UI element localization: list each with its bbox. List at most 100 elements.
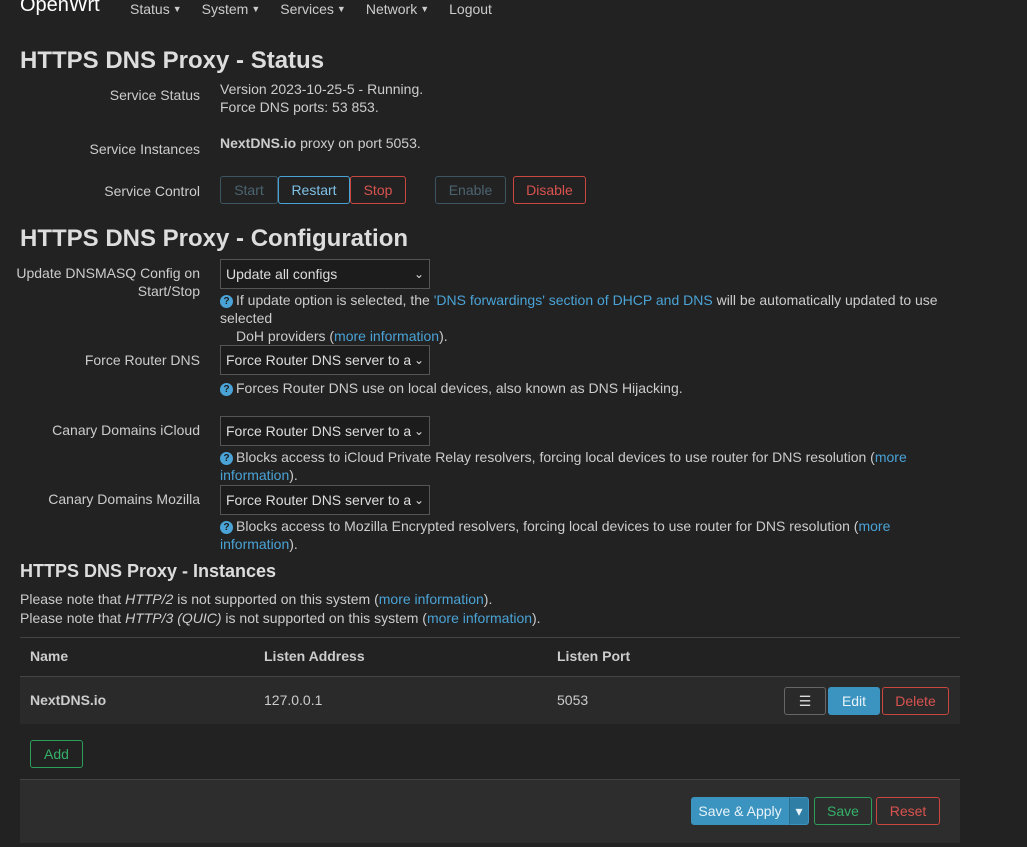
chevron-down-icon: ⌄ — [413, 353, 424, 367]
chevron-down-icon: ⌄ — [413, 493, 424, 507]
top-navbar: OpenWrt Status ▼ System ▼ Services ▼ Networ… — [0, 0, 1027, 18]
icloud-select[interactable]: Force Router DNS server to all local dev… — [220, 416, 430, 446]
help-icon: ? — [220, 295, 233, 308]
dnsmasq-more-info-link[interactable]: more information — [334, 328, 439, 344]
http3-note-em: HTTP/3 (QUIC) — [125, 610, 222, 626]
main-menu: Status ▼ System ▼ Services ▼ Network ▼ Logou… — [130, 1, 512, 17]
menu-logout[interactable]: Logout — [449, 1, 492, 17]
stop-button[interactable]: Stop — [350, 176, 406, 204]
mozilla-label: Canary Domains Mozilla — [48, 491, 200, 507]
brand-logo[interactable]: OpenWrt — [20, 0, 100, 17]
icloud-hint-text: Blocks access to iCloud Private Relay re… — [236, 449, 875, 465]
menu-status[interactable]: Status ▼ — [130, 1, 182, 17]
http2-note-text: Please note that — [20, 591, 126, 607]
instances-title: HTTPS DNS Proxy - Instances — [20, 561, 277, 581]
column-name: Name — [30, 648, 69, 664]
http2-more-info-link[interactable]: more information — [379, 591, 484, 607]
http3-note-text: Please note that — [20, 610, 126, 626]
instance-port-text: proxy on port 5053. — [296, 135, 421, 151]
mozilla-select-value: Force Router DNS server to all local dev… — [226, 492, 411, 508]
column-listen-port: Listen Port — [557, 648, 631, 664]
table-header: Name Listen Address Listen Port — [20, 637, 960, 677]
menu-system-label: System — [201, 1, 249, 17]
form-actions-bar: Save & Apply ▾ Save Reset — [20, 779, 960, 843]
restart-button[interactable]: Restart — [278, 176, 350, 204]
service-status-ports: Force DNS ports: 53 853. — [220, 99, 379, 115]
instances-table: Name Listen Address Listen Port NextDNS.… — [20, 637, 960, 724]
menu-system[interactable]: System ▼ — [202, 1, 261, 17]
dnsmasq-select-value: Update all configs — [226, 266, 338, 282]
http2-note: Please note that HTTP/2 is not supported… — [20, 590, 492, 608]
service-instances-value: NextDNS.io proxy on port 5053. — [220, 134, 421, 152]
chevron-down-icon: ▼ — [420, 4, 430, 14]
status-title: HTTPS DNS Proxy - Status — [20, 47, 325, 74]
row-menu-button[interactable]: ☰ — [784, 687, 826, 715]
http2-note-em: HTTP/2 — [125, 591, 174, 607]
mozilla-hint-text-2: ). — [289, 536, 298, 552]
menu-services-label: Services — [280, 1, 334, 17]
reset-button[interactable]: Reset — [876, 797, 940, 825]
chevron-down-icon: ▼ — [251, 4, 261, 14]
service-instances-label: Service Instances — [89, 141, 201, 157]
chevron-down-icon: ▼ — [172, 4, 182, 14]
menu-services[interactable]: Services ▼ — [280, 1, 346, 17]
icloud-hint-text-2: ). — [289, 467, 298, 483]
force-dns-select-value: Force Router DNS server to all local dev… — [226, 352, 411, 368]
http3-note-text-2: is not supported on this system ( — [221, 610, 427, 626]
enable-button[interactable]: Enable — [435, 176, 506, 204]
dnsmasq-select[interactable]: Update all configs ⌄ — [220, 259, 430, 289]
column-listen-address: Listen Address — [264, 648, 365, 664]
row-listen-port: 5053 — [557, 692, 589, 708]
save-button[interactable]: Save — [814, 797, 872, 825]
instance-name: NextDNS.io — [220, 135, 297, 151]
http3-more-info-link[interactable]: more information — [427, 610, 532, 626]
dns-forwardings-link[interactable]: 'DNS forwardings' section of DHCP and DN… — [434, 292, 713, 308]
force-dns-select[interactable]: Force Router DNS server to all local dev… — [220, 345, 430, 375]
chevron-down-icon: ⌄ — [413, 424, 424, 438]
help-icon: ? — [220, 452, 233, 465]
service-status-label: Service Status — [109, 87, 200, 103]
http3-note: Please note that HTTP/3 (QUIC) is not su… — [20, 609, 541, 627]
chevron-down-icon: ▼ — [336, 4, 346, 14]
save-apply-button[interactable]: Save & Apply — [691, 797, 789, 825]
dnsmasq-hint-text-3: DoH providers ( — [236, 328, 335, 344]
configuration-title: HTTPS DNS Proxy - Configuration — [20, 225, 409, 252]
edit-button[interactable]: Edit — [828, 687, 880, 715]
dnsmasq-hint-cont: DoH providers (more information). — [236, 327, 950, 345]
icloud-label: Canary Domains iCloud — [52, 422, 200, 438]
dnsmasq-hint: ? If update option is selected, the 'DNS … — [220, 291, 950, 345]
dnsmasq-hint-text: If update option is selected, the — [236, 292, 434, 308]
service-control-label: Service Control — [104, 183, 200, 199]
dnsmasq-label: Update DNSMASQ Config on Start/Stop — [16, 264, 200, 300]
force-dns-hint: ? Forces Router DNS use on local devices,… — [220, 379, 950, 397]
mozilla-hint-text: Blocks access to Mozilla Encrypted resol… — [236, 518, 859, 534]
menu-network[interactable]: Network ▼ — [366, 1, 429, 17]
disable-button[interactable]: Disable — [513, 176, 586, 204]
mozilla-select[interactable]: Force Router DNS server to all local dev… — [220, 485, 430, 515]
mozilla-hint: ? Blocks access to Mozilla Encrypted reso… — [220, 517, 950, 553]
menu-network-label: Network — [365, 1, 418, 17]
http2-note-text-3: ). — [483, 591, 493, 607]
row-listen-address: 127.0.0.1 — [264, 692, 323, 708]
force-dns-hint-text: Forces Router DNS use on local devices, … — [236, 380, 683, 396]
table-row: NextDNS.io 127.0.0.1 5053 ☰ Edit Delete — [20, 677, 960, 724]
dnsmasq-hint-text-4: ). — [439, 328, 448, 344]
dnsmasq-label-line1: Update DNSMASQ Config on — [16, 265, 200, 281]
http3-note-text-3: ). — [532, 610, 541, 626]
icloud-hint: ? Blocks access to iCloud Private Relay r… — [220, 448, 950, 484]
dnsmasq-label-line2: Start/Stop — [137, 283, 200, 299]
delete-button[interactable]: Delete — [882, 687, 949, 715]
help-icon: ? — [220, 521, 233, 534]
service-status-version: Version 2023-10-25-5 - Running. — [220, 81, 424, 97]
help-icon: ? — [220, 383, 233, 396]
save-apply-dropdown-button[interactable]: ▾ — [789, 797, 809, 825]
icloud-select-value: Force Router DNS server to all local dev… — [226, 423, 411, 439]
chevron-down-icon: ⌄ — [413, 267, 424, 281]
service-status-value: Version 2023-10-25-5 - Running. Force DN… — [220, 80, 423, 116]
http2-note-text-2: is not supported on this system ( — [173, 591, 379, 607]
row-name: NextDNS.io — [30, 692, 107, 708]
menu-status-label: Status — [130, 1, 170, 17]
add-button[interactable]: Add — [30, 740, 83, 768]
start-button[interactable]: Start — [220, 176, 278, 204]
force-dns-label: Force Router DNS — [84, 352, 200, 368]
